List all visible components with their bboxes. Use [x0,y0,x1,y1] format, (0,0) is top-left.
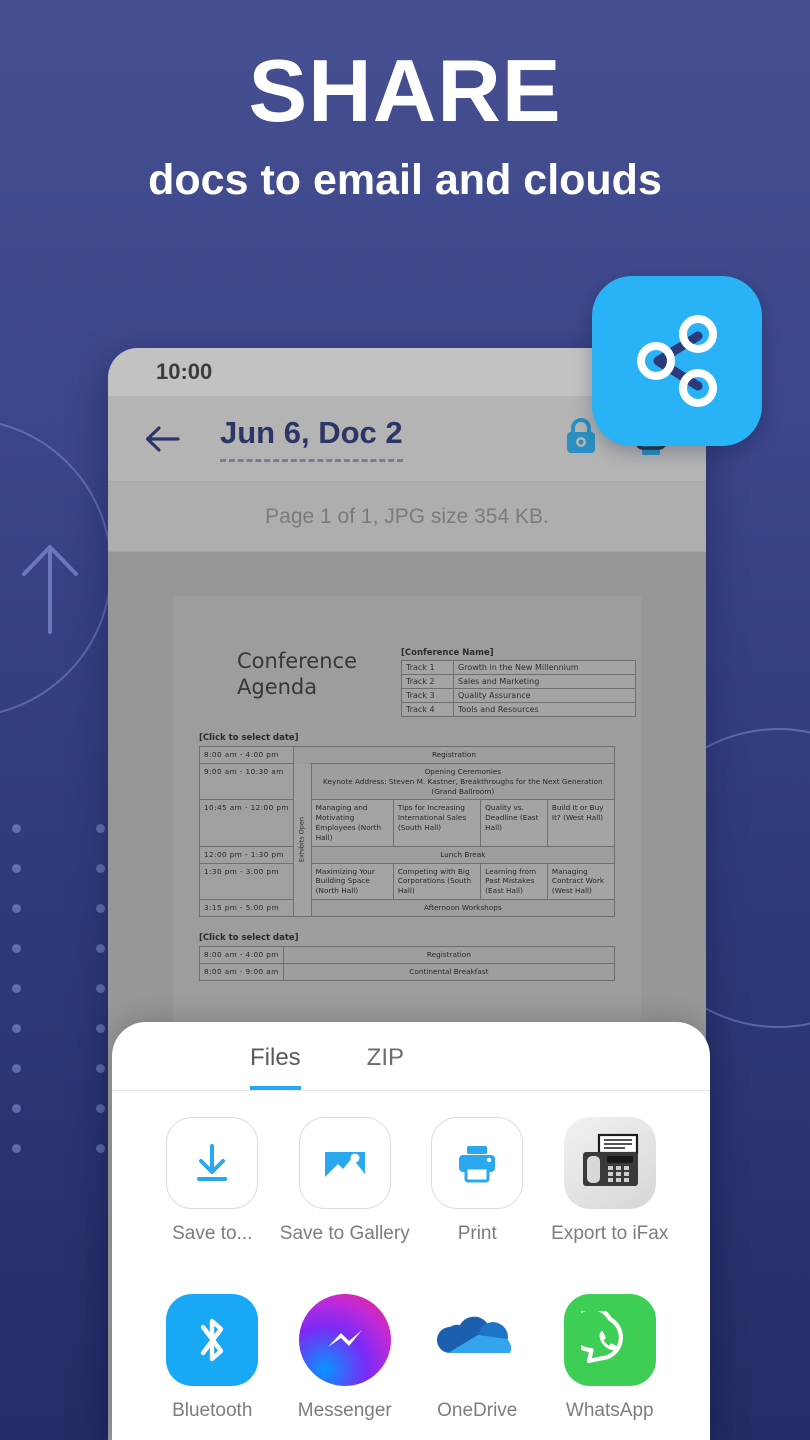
messenger-icon [298,1293,391,1386]
up-arrow-icon [18,542,82,634]
onedrive-icon [431,1293,524,1386]
whatsapp-icon [563,1293,656,1386]
sheet-tabs: Files ZIP [112,1022,710,1091]
share-target-messenger[interactable]: Messenger [279,1293,412,1423]
printer-icon [431,1117,524,1209]
share-target-label: Messenger [297,1399,392,1421]
share-target-save-to-gallery[interactable]: Save to Gallery [279,1117,412,1246]
page-title: SHARE [248,41,562,140]
share-bottom-sheet: Files ZIP Save to... Save to Gallery Pri… [112,1022,710,1440]
tab-zip[interactable]: ZIP [367,1044,404,1090]
hero-section: SHARE docs to email and clouds [0,46,810,205]
share-target-save-to[interactable]: Save to... [146,1117,279,1246]
download-icon [166,1117,259,1209]
share-target-label: WhatsApp [565,1399,654,1421]
share-target-export-to-ifax[interactable]: Export to iFax [544,1117,677,1246]
document-title: Jun 6, Doc 2 [220,415,403,462]
share-target-label: Print [457,1223,497,1244]
share-target-whatsapp[interactable]: WhatsApp [544,1293,677,1423]
status-bar-clock: 10:00 [156,359,213,384]
bluetooth-icon [166,1293,259,1386]
lock-icon[interactable] [562,416,600,461]
page-subtitle: docs to email and clouds [148,155,662,204]
share-target-onedrive[interactable]: OneDrive [411,1293,544,1423]
share-icon [637,315,717,407]
back-arrow-icon[interactable] [142,419,182,459]
share-targets-row-1: Save to... Save to Gallery Print Export … [112,1091,710,1246]
tab-files[interactable]: Files [250,1044,301,1090]
share-target-print[interactable]: Print [411,1117,544,1246]
fax-machine-icon [563,1117,656,1209]
document-title-field[interactable]: Jun 6, Doc 2 [206,415,538,462]
page-info-bar: Page 1 of 1, JPG size 354 KB. [108,482,706,552]
share-app-icon[interactable] [592,276,762,446]
page-info-text: Page 1 of 1, JPG size 354 KB. [265,504,549,528]
share-target-label: OneDrive [437,1399,518,1421]
gallery-icon [298,1117,391,1209]
share-target-bluetooth[interactable]: Bluetooth [146,1293,279,1423]
share-targets-row-2: Bluetooth Messenger OneDrive WhatsApp [112,1268,710,1423]
share-target-label: Save to... [172,1223,253,1244]
share-target-label: Save to Gallery [279,1223,410,1244]
share-target-label: Export to iFax [551,1223,669,1244]
decorative-circle-left [0,418,112,718]
share-target-label: Bluetooth [172,1399,253,1421]
